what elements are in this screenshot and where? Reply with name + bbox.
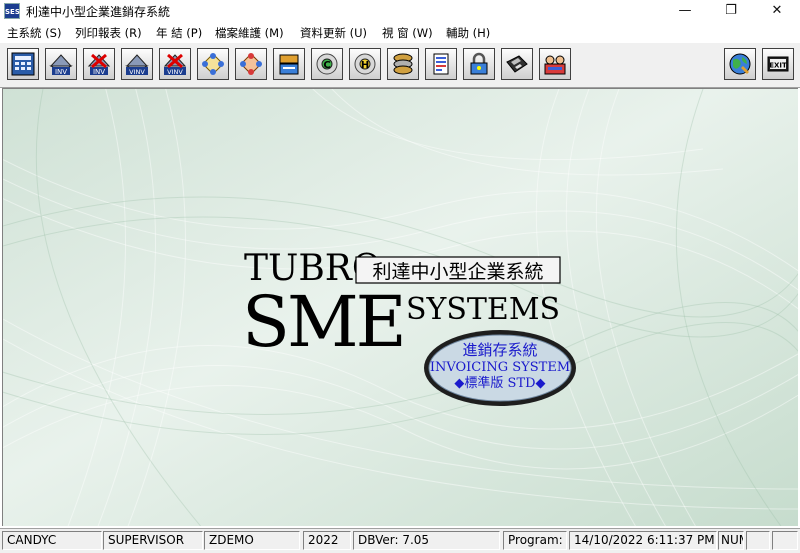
toolbar-button-floppy[interactable]: [501, 48, 533, 80]
toolbar-button-users[interactable]: [539, 48, 571, 80]
status-dbver: DBVer: 7.05: [353, 531, 500, 550]
document-icon: [433, 53, 449, 75]
status-year: 2022: [303, 531, 351, 550]
disk-stack-icon: [393, 53, 413, 75]
app-icon[interactable]: SES: [4, 3, 20, 19]
badge-line3: ◆標準版 STD◆: [454, 375, 545, 391]
close-button[interactable]: ✕: [754, 0, 800, 22]
cancel-invoice-label: INV: [93, 68, 105, 76]
logo-sme: SME: [242, 281, 404, 363]
toolbar-button-cancel-invoice[interactable]: INV: [83, 48, 115, 80]
status-company: ZDEMO: [204, 531, 300, 550]
menu-main-system[interactable]: 主系統 (S): [7, 25, 61, 41]
badge-line2: INVOICING SYSTEM: [430, 360, 570, 375]
status-user: CANDYC: [2, 531, 102, 550]
toolbar-button-exit[interactable]: EXIT: [762, 48, 794, 80]
globe-icon: [729, 53, 751, 75]
invoice-icon: INV: [49, 54, 73, 76]
cd-h-label: H: [361, 60, 369, 71]
server-icon: [279, 54, 299, 75]
cd-c-label: C: [323, 60, 330, 71]
cd-c-icon: C: [316, 53, 338, 75]
status-empty-1: [746, 531, 770, 550]
menu-file-maintenance[interactable]: 檔案維護 (M): [215, 25, 284, 41]
toolbar-button-cd-c[interactable]: C: [311, 48, 343, 80]
toolbar-button-invoice[interactable]: INV: [45, 48, 77, 80]
badge-line1: 進銷存系統: [462, 341, 537, 359]
exit-label: EXIT: [769, 62, 787, 70]
toolbar-button-cancel-vinv[interactable]: VINV: [159, 48, 191, 80]
invoice-label: INV: [55, 68, 67, 76]
status-bar: CANDYC SUPERVISOR ZDEMO 2022 DBVer: 7.05…: [0, 528, 800, 553]
menu-help[interactable]: 輔助 (H): [446, 25, 490, 41]
vinv-icon: VINV: [125, 54, 149, 76]
toolbar-button-calculator[interactable]: [7, 48, 39, 80]
toolbar-button-server[interactable]: [273, 48, 305, 80]
lock-icon: [470, 52, 488, 75]
menu-year-end[interactable]: 年 結 (P): [156, 25, 202, 41]
logo-systems: SYSTEMS: [406, 292, 560, 327]
toolbar-button-disk-stack[interactable]: [387, 48, 419, 80]
window-title: 利達中小型企業進銷存系統: [26, 5, 171, 19]
status-datetime: 14/10/2022 6:11:37 PM: [569, 531, 717, 550]
toolbar: INV INV VINV VINV C H EXIT: [0, 43, 800, 88]
floppy-icon: [506, 55, 528, 73]
status-num-lock: NUM: [718, 531, 744, 550]
logo-chinese-name: 利達中小型企業系統: [372, 261, 543, 283]
menu-data-update[interactable]: 資料更新 (U): [300, 25, 367, 41]
status-empty-2: [772, 531, 798, 550]
minimize-button[interactable]: —: [662, 0, 708, 22]
status-program: Program: 7: [503, 531, 567, 550]
title-bar[interactable]: SES 利達中小型企業進銷存系統 — ❐ ✕: [0, 0, 800, 22]
status-role: SUPERVISOR: [103, 531, 203, 550]
toolbar-button-cd-h[interactable]: H: [349, 48, 381, 80]
menu-bar: 主系統 (S) 列印報表 (R) 年 結 (P) 檔案維護 (M) 資料更新 (…: [0, 22, 800, 43]
network-icon: [202, 53, 224, 75]
cancel-vinv-label: VINV: [167, 68, 183, 76]
toolbar-button-network[interactable]: [197, 48, 229, 80]
toolbar-button-lock[interactable]: [463, 48, 495, 80]
toolbar-button-vinv[interactable]: VINV: [121, 48, 153, 80]
cancel-invoice-icon: INV: [87, 53, 111, 76]
exit-icon: EXIT: [767, 56, 789, 72]
cancel-vinv-icon: VINV: [163, 53, 187, 76]
vinv-label: VINV: [129, 68, 145, 76]
cd-h-icon: H: [354, 53, 376, 75]
toolbar-button-document[interactable]: [425, 48, 457, 80]
calculator-icon: [11, 52, 35, 76]
menu-print-reports[interactable]: 列印報表 (R): [75, 25, 142, 41]
network-alt-icon: [240, 53, 262, 75]
restore-button[interactable]: ❐: [708, 0, 754, 22]
users-icon: [544, 55, 566, 75]
toolbar-button-network-alt[interactable]: [235, 48, 267, 80]
toolbar-button-globe[interactable]: [724, 48, 756, 80]
product-logo: TUBRO 利達中小型企業系統 SME SYSTEMS 進銷存系統 INVOIC…: [242, 248, 576, 406]
menu-window[interactable]: 視 窗 (W): [382, 25, 433, 41]
